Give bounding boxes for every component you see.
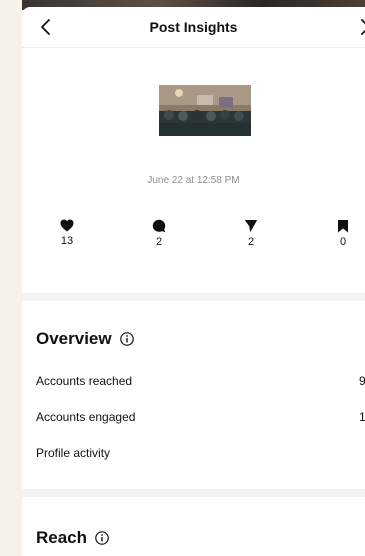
shares-stat: 2 [231,219,271,248]
comments-count: 2 [155,236,163,248]
post-thumbnail[interactable] [159,85,251,136]
comments-stat: 2 [139,219,179,248]
row-label: Profile activity [36,446,111,460]
accounts-reached-row[interactable]: Accounts reached 9 [36,374,365,388]
shares-count: 2 [247,236,255,248]
row-label: Accounts reached [36,374,133,388]
saves-stat: 0 [323,219,363,248]
post-date: June 22 at 12:58 PM [147,175,240,186]
saves-count: 0 [339,236,347,248]
section-divider [22,293,365,301]
section-divider [22,489,365,497]
overview-heading: Overview [36,329,134,349]
chevron-right-icon[interactable] [355,17,365,37]
header: Post Insights [22,7,365,48]
bookmark-icon [338,220,348,233]
row-value: 1 [359,410,365,424]
row-value: 9 [359,374,365,388]
info-icon[interactable] [95,531,109,545]
row-label: Accounts engaged [36,410,136,424]
accounts-engaged-row[interactable]: Accounts engaged 1 [36,410,365,424]
overview-title: Overview [36,329,112,348]
reach-heading: Reach [36,528,109,548]
comment-icon [152,219,166,233]
profile-activity-row[interactable]: Profile activity [36,446,365,460]
likes-stat: 13 [47,219,87,247]
heart-icon [60,219,74,232]
share-icon [244,220,258,233]
insights-sheet: Post Insights June 22 at 12:58 PM 13 2 2… [22,7,365,556]
likes-count: 13 [60,235,74,247]
reach-title: Reach [36,528,88,547]
page-title: Post Insights [149,19,238,35]
info-icon[interactable] [119,332,134,346]
